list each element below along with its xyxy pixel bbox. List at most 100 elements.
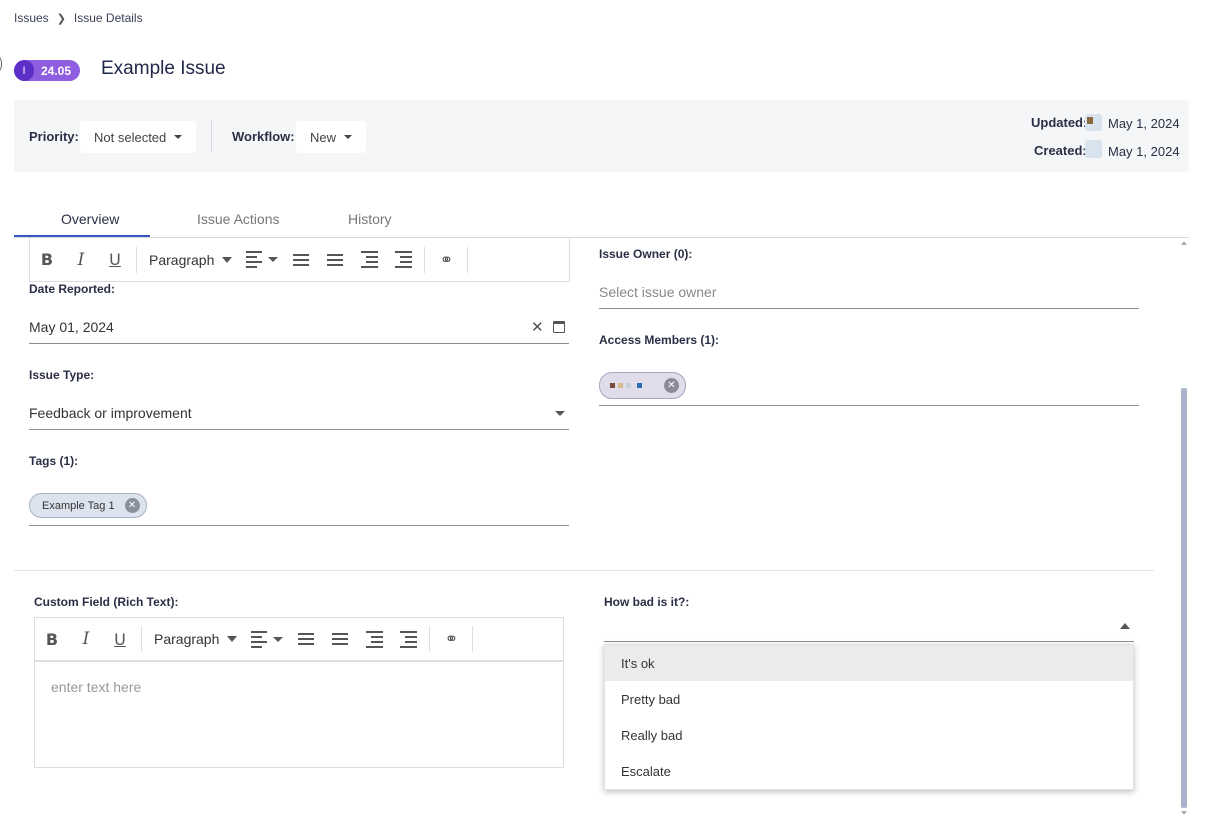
date-reported-label: Date Reported: bbox=[29, 282, 116, 296]
custom-rich-text-label: Custom Field (Rich Text): bbox=[34, 595, 179, 609]
tab-overview[interactable]: Overview bbox=[61, 211, 119, 227]
italic-button[interactable]: I bbox=[69, 629, 103, 649]
bulleted-list-icon bbox=[327, 253, 344, 266]
align-left-icon bbox=[251, 630, 268, 648]
indent-button[interactable] bbox=[386, 251, 420, 268]
link-icon: ⚭ bbox=[444, 631, 459, 648]
toolbar-divider bbox=[424, 246, 426, 273]
ordered-list-button[interactable] bbox=[289, 633, 323, 645]
issue-type-label: Issue Type: bbox=[29, 368, 95, 382]
toolbar-divider bbox=[429, 626, 431, 652]
toolbar-divider bbox=[141, 626, 142, 652]
editor-placeholder: enter text here bbox=[51, 679, 142, 695]
date-underline bbox=[29, 343, 569, 344]
issue-type-icon: I bbox=[14, 60, 34, 81]
created-date: May 1, 2024 bbox=[1108, 144, 1180, 159]
caret-up-icon[interactable] bbox=[1120, 623, 1130, 629]
ordered-list-icon bbox=[293, 253, 310, 266]
indent-button[interactable] bbox=[391, 630, 425, 648]
italic-button[interactable]: I bbox=[64, 250, 98, 270]
priority-dropdown[interactable]: Not selected bbox=[80, 121, 197, 153]
custom-rich-text-editor[interactable]: enter text here bbox=[34, 661, 564, 768]
tag-chip: Example Tag 1 ✕ bbox=[29, 493, 147, 518]
member-avatar bbox=[610, 383, 642, 388]
align-dropdown[interactable] bbox=[240, 251, 284, 268]
tab-history[interactable]: History bbox=[348, 211, 392, 227]
bulleted-list-button[interactable] bbox=[323, 633, 357, 645]
access-member-chip: ✕ bbox=[599, 372, 686, 399]
outdent-button[interactable] bbox=[352, 251, 386, 268]
link-button[interactable]: ⚭ bbox=[434, 629, 468, 649]
align-left-icon bbox=[246, 251, 263, 268]
access-underline bbox=[599, 405, 1139, 406]
calendar-icon[interactable] bbox=[553, 321, 565, 333]
option-escalate[interactable]: Escalate bbox=[605, 753, 1133, 789]
paragraph-format-dropdown[interactable]: Paragraph bbox=[146, 631, 245, 647]
priority-label: Priority: bbox=[29, 129, 79, 144]
scroll-down-arrow[interactable] bbox=[1181, 811, 1187, 815]
option-really-bad[interactable]: Really bad bbox=[605, 717, 1133, 753]
breadcrumb-current: Issue Details bbox=[73, 11, 143, 25]
option-its-ok[interactable]: It's ok bbox=[605, 645, 1133, 681]
active-tab-indicator bbox=[14, 235, 150, 237]
workflow-value: New bbox=[310, 129, 337, 145]
paragraph-format-label: Paragraph bbox=[154, 631, 220, 647]
tab-issue-actions[interactable]: Issue Actions bbox=[197, 211, 280, 227]
caret-down-icon bbox=[344, 135, 353, 139]
created-label: Created: bbox=[1034, 143, 1087, 158]
created-by-avatar bbox=[1085, 140, 1102, 158]
issue-number-badge: I 24.05 bbox=[14, 60, 81, 81]
breadcrumb: Issues ❯ Issue Details bbox=[14, 11, 143, 25]
issue-type-underline bbox=[29, 429, 569, 430]
tags-label: Tags (1): bbox=[29, 454, 79, 468]
divider bbox=[211, 120, 212, 153]
caret-down-icon bbox=[222, 256, 233, 263]
outdent-button[interactable] bbox=[357, 630, 391, 648]
paragraph-format-dropdown[interactable]: Paragraph bbox=[141, 252, 240, 268]
tag-chip-label: Example Tag 1 bbox=[42, 499, 115, 512]
option-pretty-bad[interactable]: Pretty bad bbox=[605, 681, 1133, 717]
bold-button[interactable]: B bbox=[35, 630, 69, 649]
issue-type-select[interactable]: Feedback or improvement bbox=[29, 405, 192, 421]
custom-rich-text-toolbar: B I U Paragraph ⚭ bbox=[34, 617, 564, 661]
issue-owner-label: Issue Owner (0): bbox=[599, 247, 693, 261]
page-title: Example Issue bbox=[101, 58, 226, 79]
collapse-sidebar-icon[interactable] bbox=[0, 56, 2, 72]
bulleted-list-icon bbox=[332, 633, 349, 645]
date-reported-input[interactable]: May 01, 2024 bbox=[29, 319, 114, 335]
ordered-list-button[interactable] bbox=[284, 253, 318, 266]
remove-tag-icon[interactable]: ✕ bbox=[124, 498, 140, 513]
bold-button[interactable]: B bbox=[30, 250, 64, 269]
indent-icon bbox=[399, 630, 417, 648]
workflow-label: Workflow: bbox=[232, 129, 295, 144]
chevron-right-icon: ❯ bbox=[56, 12, 66, 25]
owner-underline bbox=[599, 308, 1139, 309]
indent-icon bbox=[394, 251, 412, 268]
how-bad-label: How bad is it?: bbox=[604, 595, 690, 609]
align-dropdown[interactable] bbox=[245, 630, 289, 648]
how-bad-select[interactable] bbox=[604, 641, 1134, 642]
toolbar-divider bbox=[467, 246, 469, 273]
breadcrumb-issues-link[interactable]: Issues bbox=[14, 11, 49, 25]
toolbar-divider bbox=[472, 626, 474, 652]
link-button[interactable]: ⚭ bbox=[429, 250, 463, 270]
caret-down-icon bbox=[227, 636, 238, 642]
priority-value: Not selected bbox=[94, 129, 167, 145]
scroll-up-arrow[interactable] bbox=[1181, 241, 1187, 245]
bulleted-list-button[interactable] bbox=[318, 253, 352, 266]
outdent-icon bbox=[365, 630, 383, 648]
updated-date: May 1, 2024 bbox=[1108, 116, 1180, 131]
remove-member-icon[interactable]: ✕ bbox=[664, 378, 679, 393]
updated-label: Updated: bbox=[1031, 115, 1088, 130]
caret-down-icon[interactable] bbox=[555, 411, 565, 416]
toolbar-divider bbox=[136, 246, 137, 273]
caret-down-icon bbox=[273, 636, 284, 642]
clear-date-icon[interactable]: ✕ bbox=[531, 318, 544, 336]
underline-button[interactable]: U bbox=[103, 630, 137, 649]
issue-owner-input[interactable]: Select issue owner bbox=[599, 284, 717, 300]
scrollbar-thumb[interactable] bbox=[1181, 388, 1187, 808]
workflow-dropdown[interactable]: New bbox=[296, 121, 367, 153]
underline-button[interactable]: U bbox=[98, 250, 132, 269]
caret-down-icon bbox=[268, 257, 279, 262]
link-icon: ⚭ bbox=[439, 251, 454, 269]
